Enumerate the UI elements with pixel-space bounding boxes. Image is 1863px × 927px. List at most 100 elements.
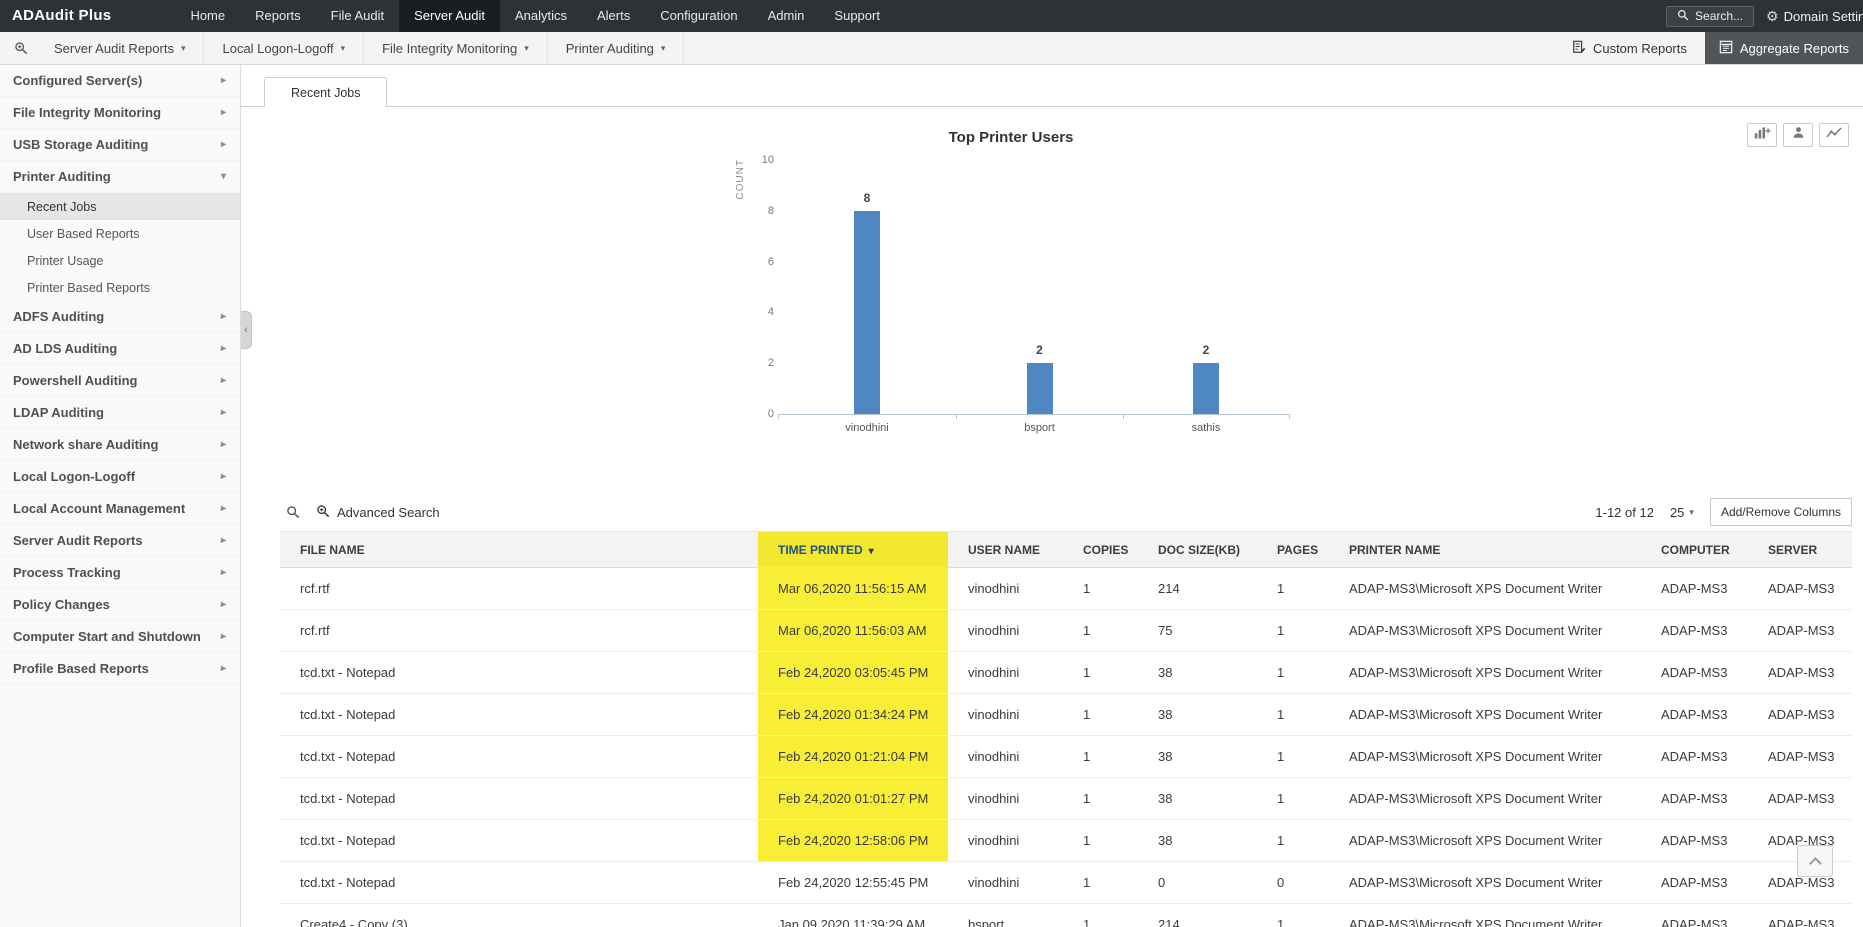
filter-dropdown-file-integrity-monitoring[interactable]: File Integrity Monitoring ▾ (364, 32, 548, 64)
sidebar-item-powershell-auditing[interactable]: Powershell Auditing ▸ (0, 365, 240, 397)
cell-copies: 1 (1063, 777, 1138, 820)
cell-computer: ADAP-MS3 (1641, 861, 1748, 904)
report-search-icon[interactable] (14, 41, 28, 55)
table-toolbar: Advanced Search 1-12 of 12 25 ▾ Add/Remo… (280, 493, 1852, 531)
tab-recent-jobs[interactable]: Recent Jobs (264, 77, 388, 107)
report-toolbar-right: Custom Reports Aggregate Reports (1554, 32, 1863, 64)
cell-time: Feb 24,2020 01:34:24 PM (758, 693, 948, 736)
sidebar-item-policy-changes[interactable]: Policy Changes ▸ (0, 589, 240, 621)
column-header-printer-name[interactable]: PRINTER NAME (1329, 531, 1641, 568)
topnav-item-analytics[interactable]: Analytics (500, 0, 582, 32)
topnav-item-support[interactable]: Support (819, 0, 895, 32)
column-header-computer[interactable]: COMPUTER (1641, 531, 1748, 568)
bar-value-label: 2 (1036, 343, 1043, 357)
column-header-doc-size-kb[interactable]: DOC SIZE(KB) (1138, 531, 1257, 568)
sidebar-item-label: LDAP Auditing (13, 405, 104, 420)
table-row[interactable]: tcd.txt - Notepad Feb 24,2020 01:34:24 PM… (280, 693, 1852, 736)
sidebar-collapse-handle[interactable]: ‹ (241, 311, 252, 349)
chevron-right-icon: ▸ (220, 311, 226, 322)
domain-settings-button[interactable]: ⚙ Domain Settings (1766, 9, 1863, 24)
aggregate-reports-button[interactable]: Aggregate Reports (1704, 32, 1863, 64)
sidebar-item-ad-lds-auditing[interactable]: AD LDS Auditing ▸ (0, 333, 240, 365)
sidebar-item-label: Local Account Management (13, 501, 186, 516)
cell-computer: ADAP-MS3 (1641, 735, 1748, 778)
add-remove-columns-button[interactable]: Add/Remove Columns (1709, 498, 1852, 526)
sidebar-subitem-recent-jobs[interactable]: Recent Jobs (0, 193, 240, 220)
sidebar-item-local-account-management[interactable]: Local Account Management ▸ (0, 493, 240, 525)
table-row[interactable]: rcf.rtf Mar 06,2020 11:56:03 AM vinodhini 1… (280, 609, 1852, 652)
sidebar-item-file-integrity-monitoring[interactable]: File Integrity Monitoring ▸ (0, 97, 240, 129)
cell-copies: 1 (1063, 735, 1138, 778)
sidebar-item-profile-based-reports[interactable]: Profile Based Reports ▸ (0, 653, 240, 685)
sidebar-item-network-share-auditing[interactable]: Network share Auditing ▸ (0, 429, 240, 461)
table-row[interactable]: tcd.txt - Notepad Feb 24,2020 03:05:45 PM… (280, 651, 1852, 694)
topnav-item-admin[interactable]: Admin (753, 0, 820, 32)
sidebar-item-ldap-auditing[interactable]: LDAP Auditing ▸ (0, 397, 240, 429)
search-icon (1677, 9, 1689, 24)
sidebar-subitem-printer-based-reports[interactable]: Printer Based Reports (0, 274, 240, 301)
table-toolbar-right: 1-12 of 12 25 ▾ Add/Remove Columns (1595, 498, 1852, 526)
chevron-right-icon: ▸ (220, 107, 226, 118)
sidebar-item-label: Powershell Auditing (13, 373, 138, 388)
sidebar-item-process-tracking[interactable]: Process Tracking ▸ (0, 557, 240, 589)
sidebar-item-label: AD LDS Auditing (13, 341, 118, 356)
body-row: Configured Server(s) ▸ File Integrity Moni… (0, 65, 1863, 927)
chevron-down-icon: ▾ (524, 42, 529, 53)
filter-dropdown-printer-auditing[interactable]: Printer Auditing ▾ (548, 32, 685, 64)
table-row[interactable]: tcd.txt - Notepad Feb 24,2020 12:58:06 PM… (280, 819, 1852, 862)
cell-time: Mar 06,2020 11:56:03 AM (758, 609, 948, 652)
sidebar-item-local-logon-logoff[interactable]: Local Logon-Logoff ▸ (0, 461, 240, 493)
topnav-item-home[interactable]: Home (175, 0, 240, 32)
cell-printer: ADAP-MS3\Microsoft XPS Document Writer (1329, 735, 1641, 778)
sidebar-item-configured-server-s[interactable]: Configured Server(s) ▸ (0, 65, 240, 97)
table-row[interactable]: tcd.txt - Notepad Feb 24,2020 01:21:04 PM… (280, 735, 1852, 778)
column-header-user-name[interactable]: USER NAME (948, 531, 1063, 568)
column-header-pages[interactable]: PAGES (1257, 531, 1329, 568)
chart-bar-sathis (1193, 363, 1219, 414)
sidebar-item-server-audit-reports[interactable]: Server Audit Reports ▸ (0, 525, 240, 557)
chevron-right-icon: ▸ (220, 663, 226, 674)
sidebar-item-printer-auditing[interactable]: Printer Auditing ▾ (0, 161, 240, 193)
sidebar-item-adfs-auditing[interactable]: ADFS Auditing ▸ (0, 301, 240, 333)
advanced-search-button[interactable]: Advanced Search (316, 504, 440, 521)
table-row[interactable]: rcf.rtf Mar 06,2020 11:56:15 AM vinodhini 1… (280, 567, 1852, 610)
chevron-right-icon: ▸ (220, 599, 226, 610)
sidebar-subitem-printer-usage[interactable]: Printer Usage (0, 247, 240, 274)
sidebar-subitem-user-based-reports[interactable]: User Based Reports (0, 220, 240, 247)
sidebar-item-computer-start-and-shutdown[interactable]: Computer Start and Shutdown ▸ (0, 621, 240, 653)
cell-size: 38 (1138, 735, 1257, 778)
table-row[interactable]: Create4 - Copy (3) Jan 09,2020 11:39:29 A… (280, 903, 1852, 927)
sidebar-item-label: Server Audit Reports (13, 533, 143, 548)
search-button[interactable]: Search... (1666, 5, 1755, 27)
main-content: Recent Jobs Top Printer Users COUNT 0 2 … (241, 65, 1863, 927)
table-row[interactable]: tcd.txt - Notepad Feb 24,2020 01:01:27 PM… (280, 777, 1852, 820)
y-axis-tick-label: 2 (767, 357, 774, 370)
custom-reports-button[interactable]: Custom Reports (1554, 40, 1705, 57)
filter-dropdown-server-audit-reports[interactable]: Server Audit Reports ▾ (36, 32, 205, 64)
sidebar-item-usb-storage-auditing[interactable]: USB Storage Auditing ▸ (0, 129, 240, 161)
cell-server: ADAP-MS3 (1748, 609, 1852, 652)
scroll-to-top-button[interactable] (1797, 845, 1833, 877)
filter-dropdown-local-logon-logoff[interactable]: Local Logon-Logoff ▾ (204, 32, 365, 64)
column-header-time-printed[interactable]: TIME PRINTED ▾ (758, 531, 948, 568)
column-header-copies[interactable]: COPIES (1063, 531, 1138, 568)
cell-printer: ADAP-MS3\Microsoft XPS Document Writer (1329, 777, 1641, 820)
table-row[interactable]: tcd.txt - Notepad Feb 24,2020 12:55:45 PM… (280, 861, 1852, 904)
filter-dropdown-label: Server Audit Reports (54, 40, 174, 56)
cell-pages: 1 (1257, 819, 1329, 862)
app-logo[interactable]: ADAudit Plus (0, 0, 129, 32)
column-header-file-name[interactable]: FILE NAME (280, 531, 758, 568)
page-size-dropdown[interactable]: 25 ▾ (1670, 505, 1694, 520)
topnav-item-configuration[interactable]: Configuration (645, 0, 752, 32)
topnav-item-file-audit[interactable]: File Audit (316, 0, 399, 32)
topnav-items: Home Reports File Audit Server Audit Analyti… (175, 0, 895, 32)
topnav-item-reports[interactable]: Reports (240, 0, 316, 32)
cell-pages: 0 (1257, 861, 1329, 904)
topnav-item-server-audit[interactable]: Server Audit (399, 0, 500, 32)
topnav-item-alerts[interactable]: Alerts (582, 0, 645, 32)
column-header-server[interactable]: SERVER (1748, 531, 1852, 568)
cell-size: 38 (1138, 777, 1257, 820)
chevron-right-icon: ▸ (220, 535, 226, 546)
cell-pages: 1 (1257, 735, 1329, 778)
table-search-icon[interactable] (286, 505, 300, 519)
